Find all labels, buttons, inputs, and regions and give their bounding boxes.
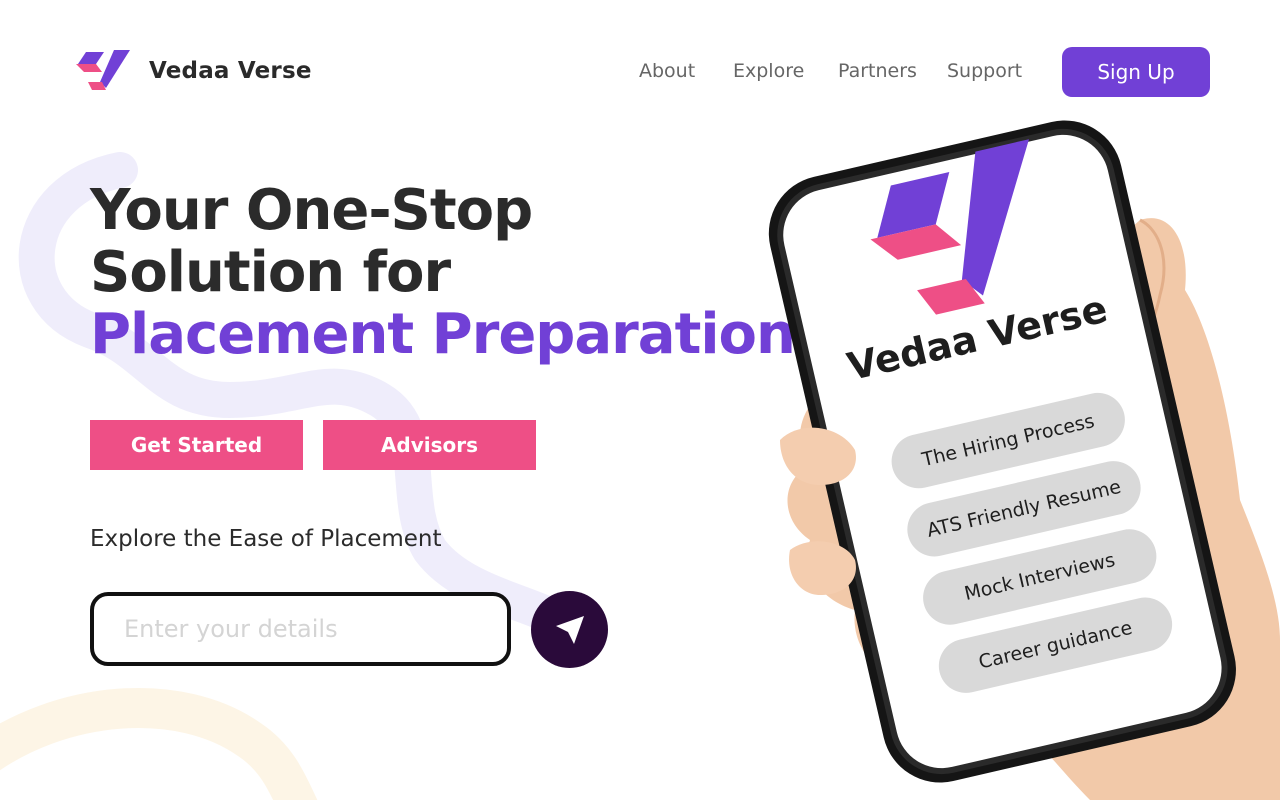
vv-logo-icon bbox=[76, 50, 130, 90]
hero-title-line-3: Placement Preparation bbox=[90, 302, 796, 367]
hero-title: Your One-Stop Solution for Placement Pre… bbox=[90, 178, 796, 367]
nav-partners-link[interactable]: Partners bbox=[838, 60, 917, 82]
brand-name: Vedaa Verse bbox=[149, 58, 312, 84]
nav-about-link[interactable]: About bbox=[639, 60, 695, 82]
advisors-button[interactable]: Advisors bbox=[323, 420, 536, 470]
send-arrow-icon bbox=[555, 615, 584, 644]
send-button[interactable] bbox=[531, 591, 608, 668]
get-started-button[interactable]: Get Started bbox=[90, 420, 303, 470]
explore-tagline: Explore the Ease of Placement bbox=[90, 526, 442, 552]
details-input[interactable] bbox=[90, 592, 511, 666]
hero-title-line-1: Your One-Stop bbox=[90, 178, 533, 243]
nav-explore-link[interactable]: Explore bbox=[733, 60, 804, 82]
nav-support-link[interactable]: Support bbox=[947, 60, 1022, 82]
hero-title-line-2: Solution for bbox=[90, 240, 451, 305]
brand[interactable]: Vedaa Verse bbox=[74, 48, 312, 94]
